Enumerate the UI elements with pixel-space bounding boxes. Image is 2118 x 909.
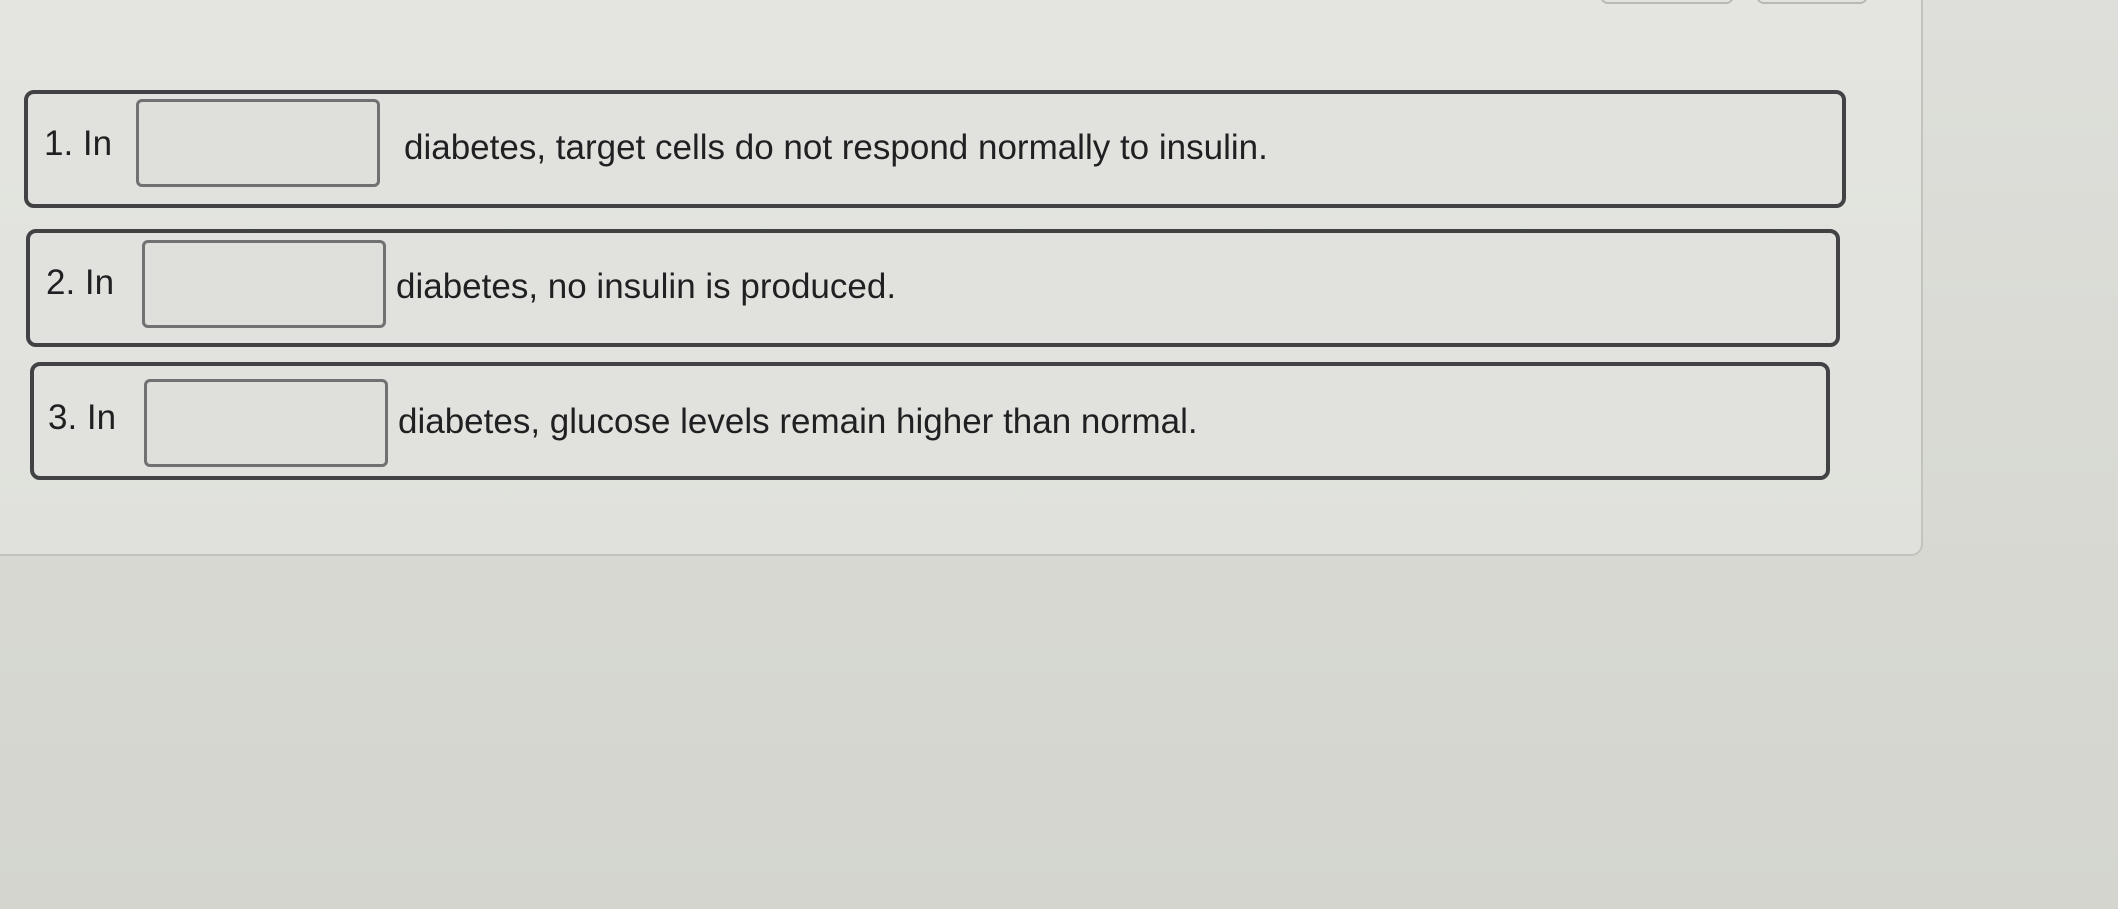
question-row-2: 2. In diabetes, no insulin is produced. [26, 229, 1840, 347]
question-number-3: 3. In [48, 398, 117, 437]
top-button-1[interactable] [1600, 0, 1734, 4]
answer-blank-2[interactable] [142, 240, 386, 328]
question-text-3: diabetes, glucose levels remain higher t… [398, 402, 1198, 441]
answer-blank-3[interactable] [144, 379, 388, 467]
answer-blank-1[interactable] [136, 99, 380, 187]
question-row-3: 3. In diabetes, glucose levels remain hi… [30, 362, 1830, 480]
question-row-1: 1. In diabetes, target cells do not resp… [24, 90, 1846, 208]
question-number-1: 1. In [44, 124, 113, 163]
question-text-2: diabetes, no insulin is produced. [396, 267, 897, 306]
question-number-2: 2. In [46, 263, 115, 302]
top-button-2[interactable] [1756, 0, 1868, 4]
question-text-1: diabetes, target cells do not respond no… [404, 128, 1268, 167]
